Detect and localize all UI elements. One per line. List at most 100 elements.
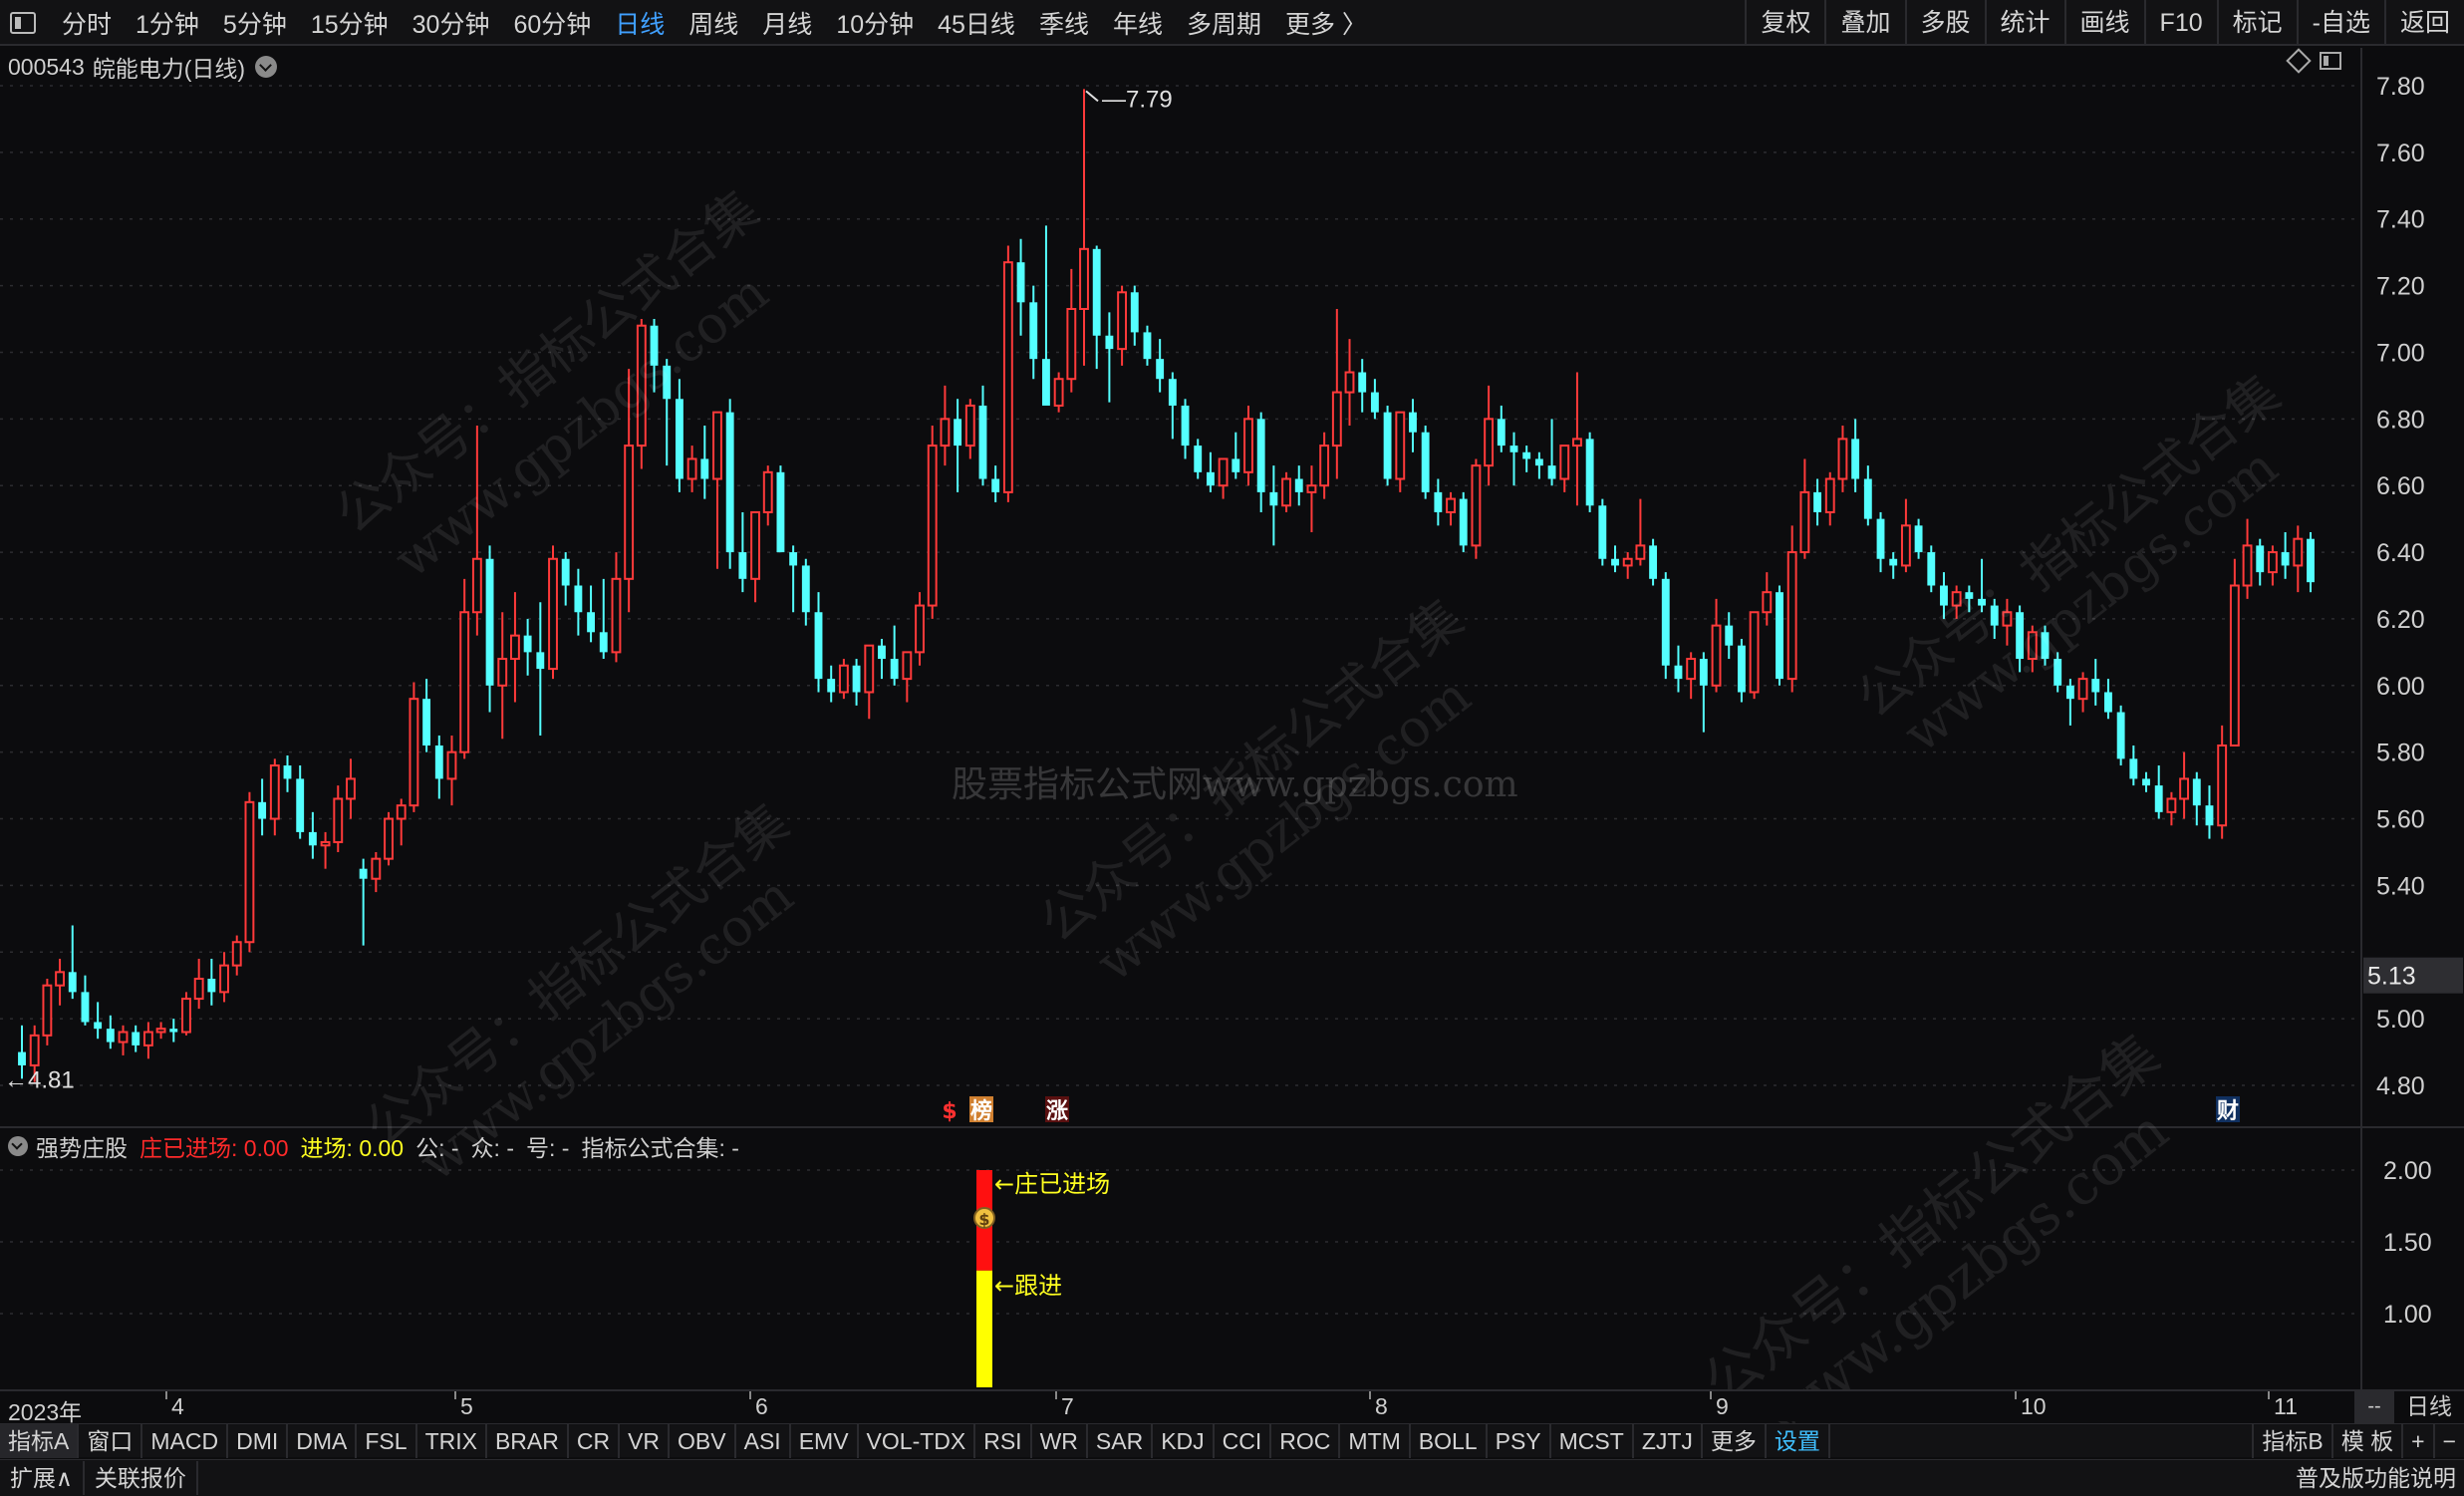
period-tab[interactable]: 60分钟 (501, 5, 603, 41)
indicator-tab[interactable]: BRAR (487, 1423, 569, 1458)
indicator-tab-right[interactable]: + (2401, 1424, 2432, 1458)
candle-body-down (1776, 592, 1783, 680)
indicator-tab[interactable]: MCST (1551, 1423, 1634, 1458)
stock-menu-chevron-icon[interactable] (255, 56, 278, 78)
indicator-tab[interactable]: 更多 (1703, 1423, 1767, 1458)
period-tab[interactable]: 更多 〉 (1273, 5, 1379, 41)
indicator-tab[interactable]: VR (620, 1423, 671, 1458)
kline-chart[interactable]: 7.80 7.60 7.40 7.20 7.00 6.80 6.60 6.40 6.20 6.00… (0, 48, 2464, 1389)
indicator-tab-right[interactable]: 指标B (2252, 1424, 2330, 1458)
candle-body-up (1243, 418, 1253, 473)
candle-body-up (1344, 371, 1355, 394)
candle-body-down (599, 632, 608, 653)
candle-body-down (1194, 446, 1203, 472)
toolbar-button[interactable]: 统计 (1984, 0, 2064, 46)
period-tab[interactable]: 30分钟 (401, 5, 502, 41)
period-tab[interactable]: 1分钟 (124, 5, 211, 41)
indicator-tab-right[interactable]: 模 板 (2330, 1424, 2401, 1458)
linked-quote-button[interactable]: 关联报价 (85, 1461, 198, 1495)
period-tab[interactable]: 季线 (1027, 5, 1101, 41)
period-tab[interactable]: 15分钟 (299, 5, 401, 41)
side-panel-icon[interactable] (2320, 52, 2341, 70)
indicator-tab[interactable]: DMI (228, 1423, 289, 1458)
toolbar-button[interactable]: 多股 (1904, 0, 1985, 46)
indicator-tab[interactable]: MTM (1340, 1423, 1411, 1458)
period-tab[interactable]: 45日线 (926, 5, 1027, 41)
toolbar-button[interactable]: F10 (2143, 0, 2217, 46)
candle-body-down (1585, 439, 1594, 506)
period-tab[interactable]: 5分钟 (211, 5, 299, 41)
indicator-tab-right[interactable]: − (2432, 1424, 2464, 1458)
toolbar-button[interactable]: 复权 (1745, 0, 1824, 46)
candle-body-up (2179, 777, 2190, 800)
period-tab[interactable]: 多周期 (1175, 5, 1273, 41)
indicator-tab[interactable]: BOLL (1411, 1423, 1488, 1458)
indicator-tab[interactable]: RSI (975, 1423, 1032, 1458)
indicator-name[interactable]: 强势庄股 (36, 1129, 128, 1163)
period-tab[interactable]: 10分钟 (824, 5, 926, 41)
candle-body-down (1181, 405, 1190, 447)
date-axis: -- 日线 2023年 4 5 6 7 8 9 10 11 (0, 1389, 2464, 1425)
candle-body-down (2116, 712, 2125, 759)
period-tab[interactable]: 日线 (603, 5, 677, 41)
date-tick (165, 1391, 167, 1399)
candle-body-up (2229, 584, 2240, 747)
candle-body-up (346, 777, 356, 800)
price-tick-label: 7.80 (2376, 73, 2425, 101)
indicator-tab[interactable]: WR (1032, 1423, 1088, 1458)
candle-body-up (915, 604, 925, 654)
candle-body-down (878, 645, 886, 660)
edition-note-link[interactable]: 普及版功能说明 (2296, 1460, 2456, 1496)
candle-body-down (1497, 419, 1506, 447)
period-tab[interactable]: 分时 (50, 5, 124, 41)
candle-body-up (1559, 445, 1570, 480)
toolbar-button[interactable]: -自选 (2296, 0, 2384, 46)
date-axis-dash[interactable]: -- (2354, 1391, 2394, 1423)
period-tab[interactable]: 年线 (1101, 5, 1175, 41)
candle-body-up (1786, 551, 1797, 681)
toolbar-button[interactable]: 画线 (2063, 0, 2144, 46)
candle-body-up (219, 964, 229, 994)
candle-body-up (712, 411, 722, 480)
indicator-tab[interactable]: CR (569, 1423, 621, 1458)
toolbar-button[interactable]: 标记 (2216, 0, 2297, 46)
period-list: 分时 1分钟 5分钟 15分钟 30分钟 60分钟 日线 周线 月线 10分钟 45日线 季线 年线 多周… (10, 0, 1379, 46)
period-tab[interactable]: 周线 (677, 5, 750, 41)
indicator-tab[interactable]: ROC (1271, 1423, 1341, 1458)
candle-body-down (954, 419, 962, 447)
indicator-tab[interactable]: SAR (1088, 1423, 1154, 1458)
period-label[interactable]: 日线 (2394, 1391, 2464, 1423)
candle-body-up (940, 418, 951, 448)
indicator-tab[interactable]: FSL (357, 1423, 417, 1458)
indicator-tab[interactable]: DMA (288, 1423, 358, 1458)
toolbar-button[interactable]: 返回 (2383, 0, 2464, 46)
candle-body-down (1889, 558, 1898, 566)
indicator-tab[interactable]: OBV (670, 1423, 736, 1458)
indicator-tab[interactable]: 窗口 (79, 1423, 143, 1458)
candle-body-up (902, 651, 913, 681)
candle-body-down (2142, 778, 2150, 786)
candle-body-up (762, 470, 773, 513)
candle-body-down (258, 801, 267, 819)
indicator-tab[interactable]: ZJTJ (1634, 1423, 1703, 1458)
indicator-tab[interactable]: ASI (736, 1423, 791, 1458)
indicator-tab[interactable]: KDJ (1153, 1423, 1215, 1458)
indicator-tab[interactable]: TRIX (417, 1423, 487, 1458)
candle-body-up (2293, 537, 2304, 567)
indicator-tab[interactable]: VOL-TDX (859, 1423, 976, 1458)
indicator-menu-chevron-icon[interactable] (8, 1136, 28, 1156)
indicator-tab[interactable]: 指标A (0, 1423, 80, 1458)
period-tab[interactable]: 月线 (750, 5, 824, 41)
indicator-tab[interactable]: EMV (791, 1423, 859, 1458)
indicator-tab[interactable]: MACD (142, 1423, 229, 1458)
candle-body-up (2217, 744, 2228, 827)
panel-toggle-icon[interactable] (10, 12, 36, 34)
indicator-tab[interactable]: CCI (1215, 1423, 1272, 1458)
expand-button[interactable]: 扩展∧ (0, 1461, 85, 1495)
diamond-icon[interactable] (2286, 48, 2312, 74)
candle-body-down (827, 679, 836, 693)
candle-body-up (497, 658, 508, 687)
indicator-tab[interactable]: PSY (1488, 1423, 1551, 1458)
toolbar-button[interactable]: 叠加 (1824, 0, 1904, 46)
indicator-tab[interactable]: 设置 (1767, 1423, 1830, 1458)
